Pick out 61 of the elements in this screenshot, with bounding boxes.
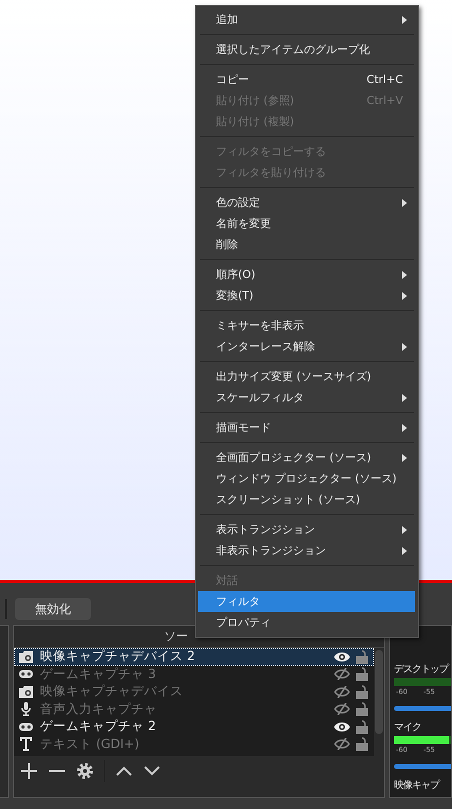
source-item[interactable]: ゲームキャプチャ 2	[14, 718, 374, 736]
channel-name: デスクトップ	[394, 662, 450, 676]
lock-icon[interactable]	[356, 737, 368, 752]
source-item[interactable]: ゲームキャプチャ 3	[14, 666, 374, 683]
menu-item[interactable]: 表示トランジション	[198, 519, 415, 540]
menu-item[interactable]: ウィンドウ プロジェクター (ソース)	[198, 468, 415, 489]
submenu-arrow-icon	[402, 424, 407, 432]
menu-item[interactable]: 色の設定	[198, 192, 415, 213]
disable-button[interactable]: 無効化	[15, 598, 91, 620]
submenu-arrow-icon	[402, 546, 407, 554]
submenu-arrow-icon	[402, 270, 407, 278]
menu-item[interactable]: 変換(T)	[198, 285, 415, 306]
lock-icon[interactable]	[356, 702, 368, 716]
menu-item[interactable]: 非表示トランジション	[198, 540, 415, 561]
menu-item[interactable]: 削除	[198, 234, 415, 255]
volume-slider[interactable]	[394, 764, 451, 769]
source-item[interactable]: 音声入力キャプチャ	[14, 700, 374, 718]
menu-item[interactable]: スケールフィルタ	[198, 387, 415, 408]
menu-item[interactable]: プロパティ	[198, 612, 415, 633]
menu-item[interactable]: 全画面プロジェクター (ソース)	[198, 447, 415, 468]
hidden-eye-icon[interactable]	[334, 703, 350, 716]
add-icon[interactable]	[20, 762, 38, 780]
hidden-eye-icon[interactable]	[334, 668, 350, 680]
menu-item[interactable]: インターレース解除	[198, 336, 415, 357]
submenu-arrow-icon	[402, 292, 407, 300]
menu-item[interactable]: スクリーンショット (ソース)	[198, 489, 415, 510]
volume-slider[interactable]	[394, 706, 451, 711]
menu-item[interactable]: 出力サイズ変更 (ソースサイズ)	[198, 366, 415, 387]
source-item[interactable]: 映像キャプチャデバイス 2	[14, 648, 374, 666]
lock-icon[interactable]	[356, 720, 368, 734]
hidden-eye-icon[interactable]	[334, 686, 350, 698]
text-icon	[18, 737, 34, 752]
camera-icon	[18, 684, 34, 699]
menu-item[interactable]: 順序(O)	[198, 264, 415, 285]
settings-icon[interactable]	[76, 762, 94, 780]
submenu-arrow-icon	[402, 198, 407, 206]
eye-icon[interactable]	[334, 650, 350, 663]
eye-icon[interactable]	[334, 720, 350, 733]
submenu-arrow-icon	[402, 526, 407, 534]
menu-item[interactable]: コピー Ctrl+C	[198, 69, 415, 90]
lock-icon[interactable]	[356, 650, 368, 664]
lock-icon[interactable]	[356, 667, 368, 682]
submenu-arrow-icon	[402, 16, 407, 24]
submenu-arrow-icon	[402, 394, 407, 402]
menu-item[interactable]: 追加	[198, 9, 415, 30]
scrollbar[interactable]	[374, 648, 384, 756]
menu-item[interactable]: 選択したアイテムのグループ化	[198, 39, 415, 60]
channel-name: 映像キャプ	[394, 778, 441, 792]
hidden-eye-icon[interactable]	[334, 738, 350, 750]
channel-name: マイク	[394, 721, 422, 734]
submenu-arrow-icon	[402, 342, 407, 350]
source-item[interactable]: 映像キャプチャデバイス	[14, 683, 374, 700]
menu-item[interactable]: フィルタ	[198, 591, 415, 612]
menu-item[interactable]: 描画モード	[198, 417, 415, 438]
submenu-arrow-icon	[402, 454, 407, 462]
menu-item[interactable]: ミキサーを非表示	[198, 315, 415, 336]
camera-icon	[18, 650, 34, 664]
panel-title: ソー	[164, 628, 188, 645]
menu-item[interactable]: 名前を変更	[198, 213, 415, 234]
source-item[interactable]: テキスト (GDI+)	[14, 736, 374, 753]
lock-icon[interactable]	[356, 684, 368, 699]
